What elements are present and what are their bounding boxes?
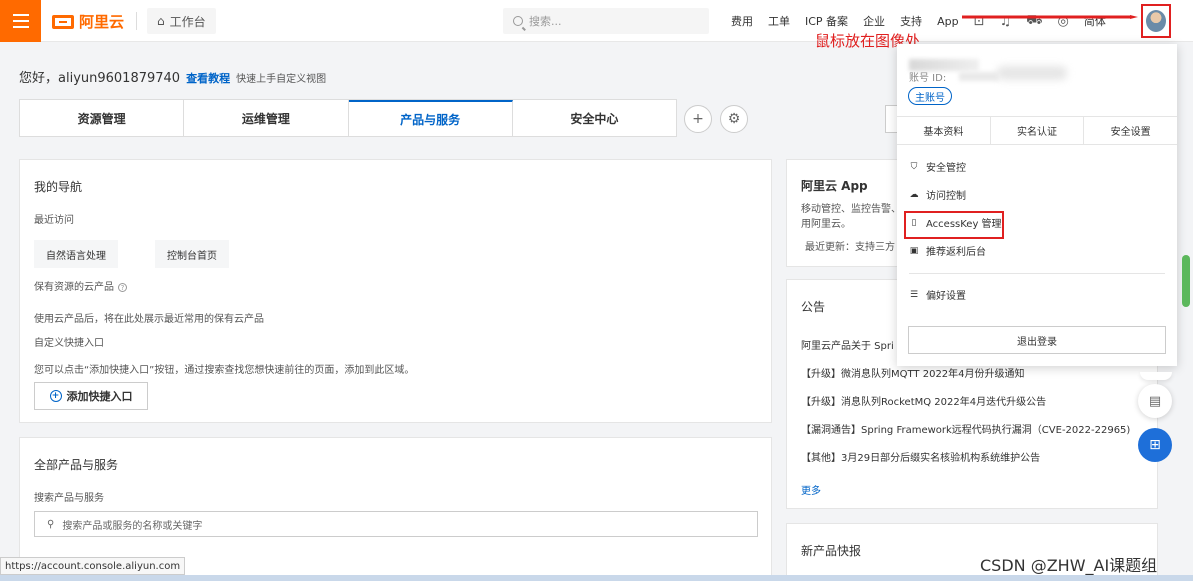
sliders-icon: ☰ (909, 289, 919, 300)
avatar-highlight[interactable] (1141, 4, 1171, 38)
tab-security-settings[interactable]: 安全设置 (1084, 117, 1177, 144)
tab-security-center[interactable]: 安全中心 (513, 100, 676, 136)
nav-support[interactable]: 支持 (900, 13, 922, 29)
workspace-tabs: 资源管理 运维管理 产品与服务 安全中心 (19, 99, 677, 137)
apps-button[interactable]: ⊞ (1138, 428, 1172, 462)
kept-products-desc: 使用云产品后，将在此处展示最近常用的保有云产品 (34, 314, 264, 325)
watermark: CSDN @ZHW_AI课题组 (980, 556, 1158, 575)
search-icon (513, 16, 523, 26)
tab-products-services[interactable]: 产品与服务 (348, 100, 513, 136)
chat-icon: ▤ (1148, 393, 1162, 409)
floating-button[interactable] (1140, 372, 1172, 380)
cloud-icon: ☁ (909, 189, 919, 200)
card-title: 公告 (801, 300, 826, 314)
accesskey-highlight (904, 211, 1004, 239)
recent-label: 最近访问 (34, 215, 74, 226)
feedback-button[interactable]: ▤ (1138, 384, 1172, 418)
main-account-badge: 主账号 (908, 87, 952, 105)
product-search-input[interactable]: ⚲ 搜索产品或服务的名称或关键字 (34, 511, 758, 537)
avatar[interactable] (1146, 10, 1166, 32)
nav-ticket[interactable]: 工单 (768, 13, 790, 29)
menu-icon[interactable] (0, 0, 41, 42)
add-shortcut-button[interactable]: + 添加快捷入口 (34, 382, 148, 410)
shortcut-desc: 您可以点击“添加快捷入口”按钮，通过搜索查找您想快速前往的页面，添加到此区域。 (34, 365, 415, 376)
card-title: 阿里云 App (801, 179, 868, 193)
divider (909, 273, 1165, 274)
blurred-region (997, 66, 1067, 80)
tab-resource-management[interactable]: 资源管理 (20, 100, 185, 136)
card-title: 全部产品与服务 (34, 458, 119, 472)
aliyun-logo-mark-icon (52, 14, 74, 29)
my-navigation-card: 我的导航 最近访问 自然语言处理 控制台首页 保有资源的云产品? 使用云产品后，… (19, 159, 772, 423)
card-title: 新产品快报 (801, 544, 862, 558)
menu-item-preferences[interactable]: ☰ 偏好设置 (909, 287, 966, 303)
menu-item-access-control[interactable]: ☁ 访问控制 (909, 187, 967, 203)
grid-icon: ⊞ (1149, 437, 1161, 453)
more-link[interactable]: 更多 (801, 482, 821, 497)
all-products-card: 全部产品与服务 搜索产品与服务 ⚲ 搜索产品或服务的名称或关键字 (19, 437, 772, 577)
nav-app[interactable]: App (937, 15, 959, 28)
account-id-label: 账号 ID: (909, 73, 947, 84)
greeting: 您好，aliyun9601879740 查看教程 快速上手自定义视图 (19, 70, 327, 86)
notice-item[interactable]: 【升级】消息队列RocketMQ 2022年4月迭代升级公告 (801, 393, 1046, 408)
nav-billing[interactable]: 费用 (731, 13, 753, 29)
scrollbar[interactable] (1182, 255, 1190, 307)
search-icon: ⚲ (47, 518, 55, 530)
tab-real-name[interactable]: 实名认证 (991, 117, 1085, 144)
add-tab-button[interactable]: + (684, 105, 712, 133)
shortcut-title: 自定义快捷入口 (34, 338, 104, 349)
card-title: 我的导航 (34, 180, 83, 194)
gear-icon: ⚙ (727, 111, 741, 127)
workbench-button[interactable]: ⌂ 工作台 (147, 8, 216, 34)
product-search-label: 搜索产品与服务 (34, 493, 104, 504)
divider (136, 12, 137, 30)
notice-item[interactable]: 【漏洞通告】Spring Framework远程代码执行漏洞（CVE-2022-… (801, 421, 1130, 436)
blurred-account-id (959, 72, 999, 81)
nav-enterprise[interactable]: 企业 (863, 13, 885, 29)
global-search-input[interactable]: 搜索... (503, 8, 709, 34)
status-bar-url: https://account.console.aliyun.com (0, 557, 186, 575)
recent-chip[interactable]: 自然语言处理 (34, 240, 118, 268)
kept-products-title: 保有资源的云产品? (34, 278, 127, 293)
recent-chip[interactable]: 控制台首页 (155, 240, 229, 268)
plus-circle-icon: + (49, 390, 62, 402)
taskbar (0, 575, 1193, 581)
menu-item-referral[interactable]: ▣ 推荐返利后台 (909, 243, 986, 259)
dropdown-tabs: 基本资料 实名认证 安全设置 (897, 116, 1177, 145)
annotation-arrow-icon (962, 15, 1138, 19)
notice-item[interactable]: 【升级】微消息队列MQTT 2022年4月份升级通知 (801, 365, 1025, 380)
tutorial-link[interactable]: 查看教程 (186, 70, 230, 86)
notice-item[interactable]: 阿里云产品关于 Spri (801, 337, 894, 352)
plus-icon: + (692, 111, 704, 127)
home-icon: ⌂ (157, 14, 165, 28)
logout-button[interactable]: 退出登录 (908, 326, 1166, 354)
account-dropdown: 账号 ID: 主账号 基本资料 实名认证 安全设置 ⛉ 安全管控 ☁ 访问控制 ▯ A… (897, 44, 1177, 366)
tab-settings-button[interactable]: ⚙ (720, 105, 748, 133)
menu-item-security-control[interactable]: ⛉ 安全管控 (909, 159, 966, 175)
tab-ops-management[interactable]: 运维管理 (184, 100, 349, 136)
nav-icp[interactable]: ICP 备案 (805, 13, 848, 29)
shield-icon: ⛉ (910, 161, 918, 172)
gift-icon: ▣ (909, 245, 919, 256)
aliyun-logo[interactable]: 阿里云 (52, 11, 124, 32)
notice-item[interactable]: 【其他】3月29日部分后缀实名核验机构系统维护公告 (801, 449, 1040, 464)
tab-basic-info[interactable]: 基本资料 (897, 117, 991, 144)
info-icon[interactable]: ? (118, 282, 127, 292)
top-bar: 阿里云 ⌂ 工作台 搜索... 费用 工单 ICP 备案 企业 支持 App ⊡… (0, 0, 1193, 42)
